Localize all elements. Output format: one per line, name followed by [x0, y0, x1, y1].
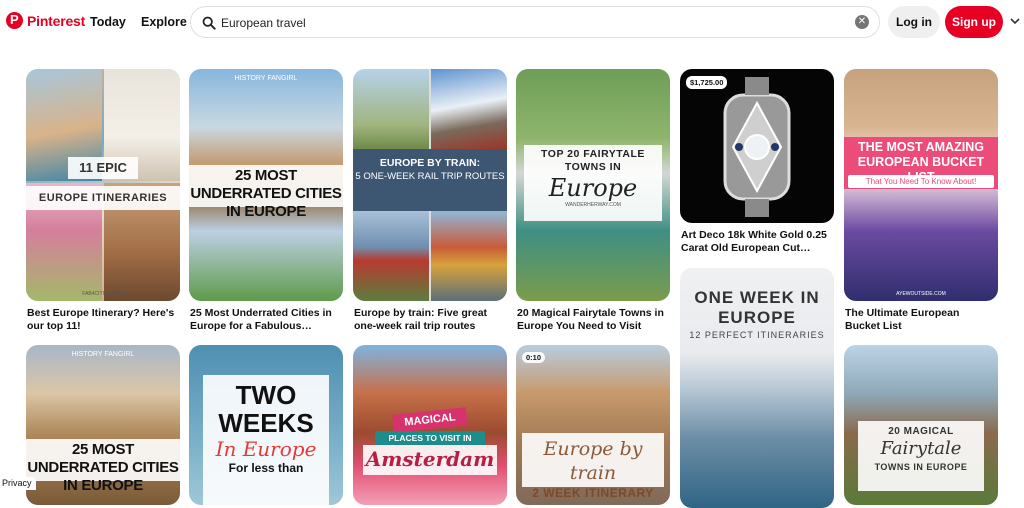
pin-overlay-text: TWO WEEKS	[218, 380, 314, 438]
pin-overlay-text: That You Need To Know About!	[848, 175, 994, 188]
login-button[interactable]: Log in	[888, 6, 940, 38]
pin-image[interactable]: MAGICAL PLACES TO VISIT IN Amsterdam	[353, 345, 507, 505]
pin-overlay-text: For less than	[228, 461, 304, 475]
pin-overlay-script: Europe by train	[543, 438, 643, 484]
search-input[interactable]	[219, 13, 843, 33]
clear-search-icon[interactable]: ✕	[855, 15, 869, 29]
pin-image[interactable]: 20 MAGICAL Fairytale TOWNS IN EUROPE	[844, 345, 998, 505]
nav-today[interactable]: Today	[90, 15, 126, 29]
chevron-down-icon[interactable]	[1010, 16, 1020, 26]
pin-overlay-text: TOP 20 FAIRYTALE TOWNS IN	[541, 148, 645, 173]
pin-title[interactable]: 25 Most Underrated Cities in Europe for …	[190, 307, 342, 333]
pin-overlay-box: Europe by train 2 WEEK ITINERARY	[522, 433, 664, 500]
pin-overlay-text: 2 WEEK ITINERARY	[532, 486, 654, 500]
pin-image[interactable]: TOP 20 FAIRYTALE TOWNS IN Europe WANDERH…	[516, 69, 670, 301]
pin-overlay-script: Amsterdam	[363, 445, 497, 475]
pin-overlay-text: EUROPE BY TRAIN:	[379, 157, 481, 169]
pin-overlay-text: MAGICAL	[392, 407, 468, 433]
pin-watermark: HISTORY FANGIRL	[234, 75, 298, 82]
search-bar[interactable]: ✕	[190, 6, 880, 38]
video-duration-badge: 0:10	[522, 352, 546, 363]
pin-overlay-text: 25 MOST UNDERRATED CITIES IN EUROPE	[26, 439, 180, 494]
pin-image[interactable]: 0:10 Europe by train 2 WEEK ITINERARY	[516, 345, 670, 505]
pin-overlay-script: In Europe	[215, 437, 317, 461]
pin-overlay-box: 20 MAGICAL Fairytale TOWNS IN EUROPE	[858, 421, 984, 491]
pin-title[interactable]: 20 Magical Fairytale Towns in Europe You…	[517, 307, 669, 333]
pin-watermark: FAB4CITIES.COM	[82, 291, 124, 297]
pin-overlay-text: EUROPE ITINERARIES	[26, 186, 180, 210]
pin-image[interactable]: HISTORY FANGIRL 25 MOST UNDERRATED CITIE…	[26, 345, 180, 505]
brand-name: Pinterest	[27, 12, 86, 29]
pin-overlay-text: 12 PERFECT ITINERARIES	[689, 330, 825, 340]
pin-image[interactable]: TWO WEEKS In Europe For less than	[189, 345, 343, 505]
pinterest-logo-icon	[6, 12, 23, 29]
pin-overlay-text: 11 EPIC	[68, 157, 138, 179]
pin-image[interactable]: EUROPE BY TRAIN: 5 ONE-WEEK RAIL TRIP RO…	[353, 69, 507, 301]
signup-button[interactable]: Sign up	[945, 6, 1003, 38]
pin-image[interactable]: ONE WEEK IN EUROPE 12 PERFECT ITINERARIE…	[680, 268, 834, 508]
pin-overlay-box: ONE WEEK IN EUROPE 12 PERFECT ITINERARIE…	[680, 288, 834, 342]
pin-overlay-text: 5 ONE-WEEK RAIL TRIP ROUTES	[355, 171, 505, 182]
pin-title[interactable]: Art Deco 18k White Gold 0.25 Carat Old E…	[681, 229, 833, 255]
ring-image	[723, 77, 791, 217]
pin-overlay-box: TWO WEEKS In Europe For less than	[203, 375, 329, 505]
pin-overlay-box: TOP 20 FAIRYTALE TOWNS IN Europe WANDERH…	[524, 145, 662, 221]
pin-title[interactable]: The Ultimate European Bucket List	[845, 307, 997, 333]
pin-watermark: WANDERHERWAY.COM	[565, 202, 621, 208]
pin-overlay-text: 20 MAGICAL	[888, 426, 954, 437]
pin-watermark: AYEWOUTSIDE.COM	[896, 291, 946, 297]
pin-overlay-script: Europe	[548, 174, 638, 202]
privacy-link[interactable]: Privacy	[0, 477, 36, 490]
pin-watermark: HISTORY FANGIRL	[71, 351, 135, 358]
pin-overlay-text: PLACES TO VISIT IN	[375, 431, 485, 445]
pin-title[interactable]: Best Europe Itinerary? Here's our top 11…	[27, 307, 179, 333]
pin-overlay-text: TOWNS IN EUROPE	[874, 462, 968, 472]
pin-image[interactable]: 11 EPIC EUROPE ITINERARIES FAB4CITIES.CO…	[26, 69, 180, 301]
nav-explore[interactable]: Explore	[141, 15, 187, 29]
pin-image[interactable]: HISTORY FANGIRL 25 MOST UNDERRATED CITIE…	[189, 69, 343, 301]
pin-overlay-box: EUROPE BY TRAIN: 5 ONE-WEEK RAIL TRIP RO…	[353, 149, 507, 211]
pin-overlay-script: Fairytale	[880, 438, 962, 459]
pin-title[interactable]: Europe by train: Five great one-week rai…	[354, 307, 506, 333]
pin-overlay-text: 25 MOST UNDERRATED CITIES IN EUROPE	[189, 165, 343, 220]
pin-overlay-text: ONE WEEK IN EUROPE	[694, 288, 820, 327]
pin-image[interactable]: THE MOST AMAZING EUROPEAN BUCKET LIST Th…	[844, 69, 998, 301]
pinterest-logo[interactable]: Pinterest	[6, 12, 85, 29]
pin-image[interactable]: $1,725.00	[680, 69, 834, 223]
top-nav-bar: Pinterest Today Explore ✕ Log in Sign up	[0, 0, 1024, 46]
search-icon	[202, 16, 216, 30]
